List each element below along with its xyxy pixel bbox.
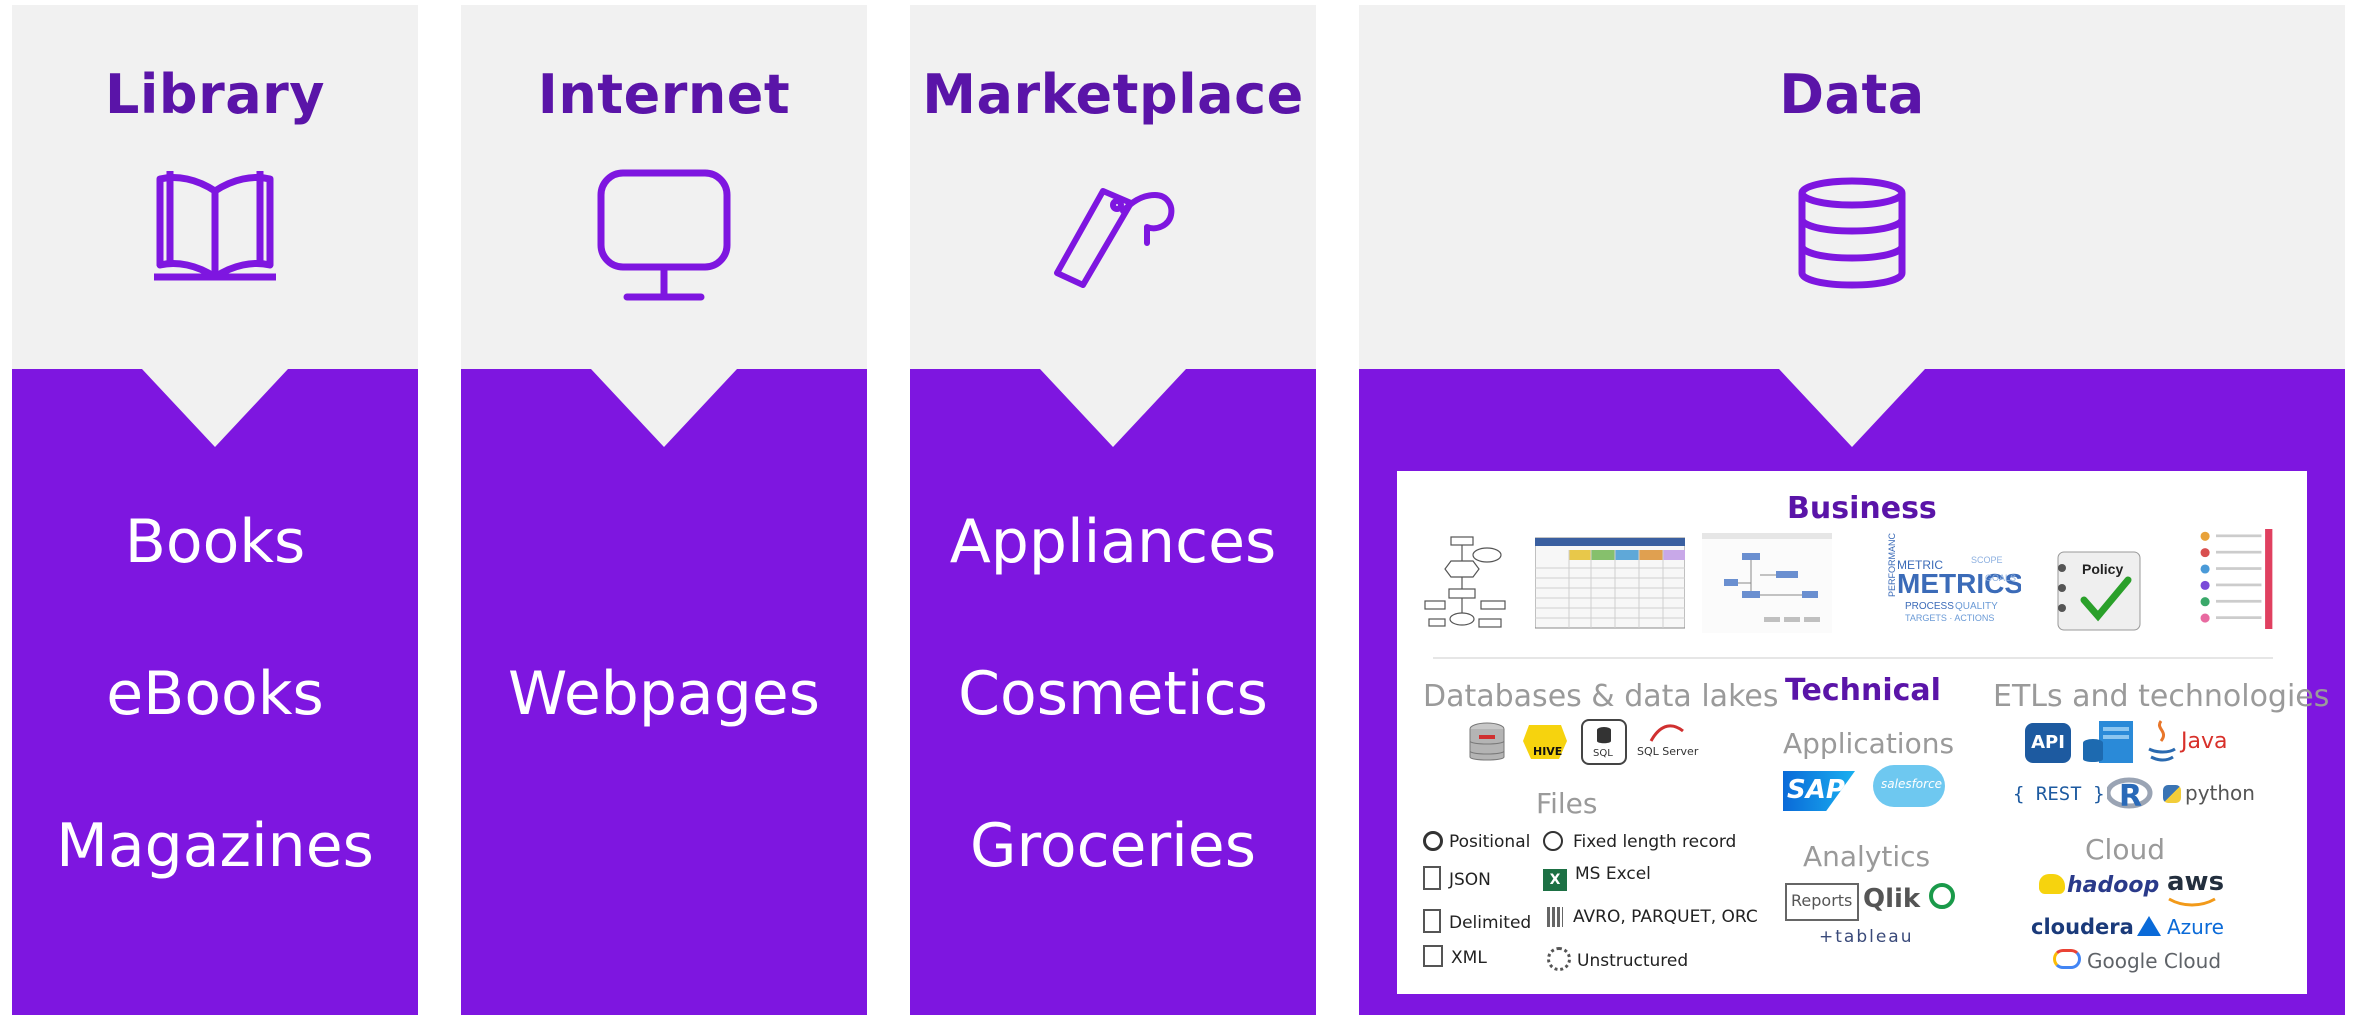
price-tag-icon	[1047, 181, 1179, 293]
item: Appliances	[949, 507, 1277, 577]
category-internet: Internet Webpages	[461, 5, 867, 1015]
qlik-mark-icon	[1929, 883, 1956, 909]
python-logo: python	[2163, 781, 2255, 805]
applications-title: Applications	[1783, 727, 1955, 760]
target-icon	[1423, 831, 1443, 851]
api-logo: API	[2025, 723, 2071, 763]
policy-word: Policy	[2082, 561, 2123, 577]
checklist-thumbnail	[2200, 529, 2273, 629]
file-type-unstructured: Unstructured	[1547, 947, 1688, 971]
sap-logo: SAP	[1783, 771, 1855, 811]
etl-title: ETLs and technologies	[1993, 679, 2330, 714]
hive-label: HIVE	[1533, 745, 1563, 758]
business-title: Business	[1787, 491, 1937, 526]
policy-binder-thumbnail: Policy	[2057, 551, 2141, 631]
azure-logo: Azure	[2137, 915, 2224, 939]
file-type-excel: X MS Excel	[1543, 864, 1651, 891]
file-type-positional: Positional	[1423, 831, 1530, 852]
analytics-title: Analytics	[1803, 840, 1931, 873]
database-icon	[1796, 177, 1908, 293]
tableau-logo: +tableau	[1819, 927, 1914, 947]
svg-text:TARGETS · ACTIONS: TARGETS · ACTIONS	[1905, 613, 1994, 623]
hadoop-logo: hadoop	[2039, 873, 2159, 898]
svg-text:PROCESS: PROCESS	[1905, 601, 1954, 612]
item: Books	[124, 507, 306, 577]
book-icon	[152, 165, 278, 287]
svg-text:PERFORMANCE: PERFORMANCE	[1887, 533, 1897, 597]
magnifier-icon	[1543, 831, 1563, 851]
database-cluster-icon	[2083, 721, 2133, 763]
salesforce-logo: salesforce	[1873, 765, 1945, 807]
category-title: Marketplace	[922, 63, 1304, 126]
reports-logo: Reports	[1785, 883, 1859, 921]
cloud-title: Cloud	[2085, 833, 2165, 866]
table-thumbnail	[1535, 537, 1685, 629]
unstructured-icon	[1547, 947, 1571, 971]
google-cloud-mark-icon	[2053, 949, 2081, 969]
hadoop-elephant-icon	[2039, 874, 2065, 894]
python-mark-icon	[2163, 785, 2181, 803]
file-type-avro-parquet-orc: AVRO, PARQUET, ORC	[1547, 907, 1758, 927]
file-type-json: JSON	[1423, 866, 1491, 890]
sql-logo: SQL	[1581, 719, 1627, 765]
process-map-thumbnail	[1702, 533, 1832, 633]
java-logo: Java	[2147, 717, 2231, 767]
sql-server-logo: SQL Server	[1637, 721, 1701, 763]
excel-icon: X	[1543, 869, 1567, 891]
sql-server-label: SQL Server	[1637, 745, 1699, 758]
svg-text:GOALS: GOALS	[1985, 573, 2016, 583]
azure-mark-icon	[2137, 916, 2161, 936]
metrics-wordcloud-thumbnail: PERFORMANCE METRIC METRICS PROCESS QUALI…	[1887, 533, 2021, 623]
item: Webpages	[508, 659, 820, 729]
data-sources-panel: Business PERFORMANCE METRIC METRICS PROC…	[1397, 471, 2329, 994]
category-title: Data	[1779, 63, 1925, 126]
hive-logo: HIVE	[1521, 721, 1569, 763]
category-library: Library Books eBooks Magazines	[12, 5, 418, 1015]
technical-title: Technical	[1785, 673, 1941, 708]
svg-text:QUALITY: QUALITY	[1955, 601, 1998, 612]
google-cloud-logo: Google Cloud	[2053, 949, 2221, 973]
columnar-file-icon	[1547, 907, 1563, 927]
item: Groceries	[970, 811, 1256, 881]
flowchart-thumbnail	[1424, 536, 1506, 628]
divider	[1433, 657, 2273, 659]
item: Magazines	[56, 811, 374, 881]
files-title: Files	[1536, 787, 1598, 820]
qlik-logo: Qlik	[1863, 883, 1956, 914]
r-logo: R	[2107, 777, 2153, 814]
database-server-icon	[1469, 722, 1505, 761]
sql-label: SQL	[1593, 748, 1613, 759]
cloudera-logo: cloudera	[2031, 915, 2134, 939]
monitor-icon	[597, 169, 731, 309]
svg-text:SCOPE: SCOPE	[1971, 555, 2003, 565]
rest-logo: { REST }	[2013, 783, 2105, 805]
xml-file-icon	[1423, 945, 1443, 967]
json-file-icon	[1423, 866, 1441, 890]
file-type-delimited: Delimited	[1423, 909, 1531, 933]
databases-title: Databases & data lakes	[1423, 679, 1779, 714]
category-title: Library	[105, 63, 325, 126]
delimited-file-icon	[1423, 909, 1441, 933]
category-title: Internet	[537, 63, 791, 126]
file-type-fixed-length: Fixed length record	[1543, 831, 1736, 852]
item: eBooks	[106, 659, 324, 729]
file-type-xml: XML	[1423, 945, 1487, 968]
category-marketplace: Marketplace Appliances Cosmetics Groceri…	[910, 5, 1316, 1015]
item: Cosmetics	[958, 659, 1268, 729]
aws-logo: aws	[2167, 867, 2224, 907]
